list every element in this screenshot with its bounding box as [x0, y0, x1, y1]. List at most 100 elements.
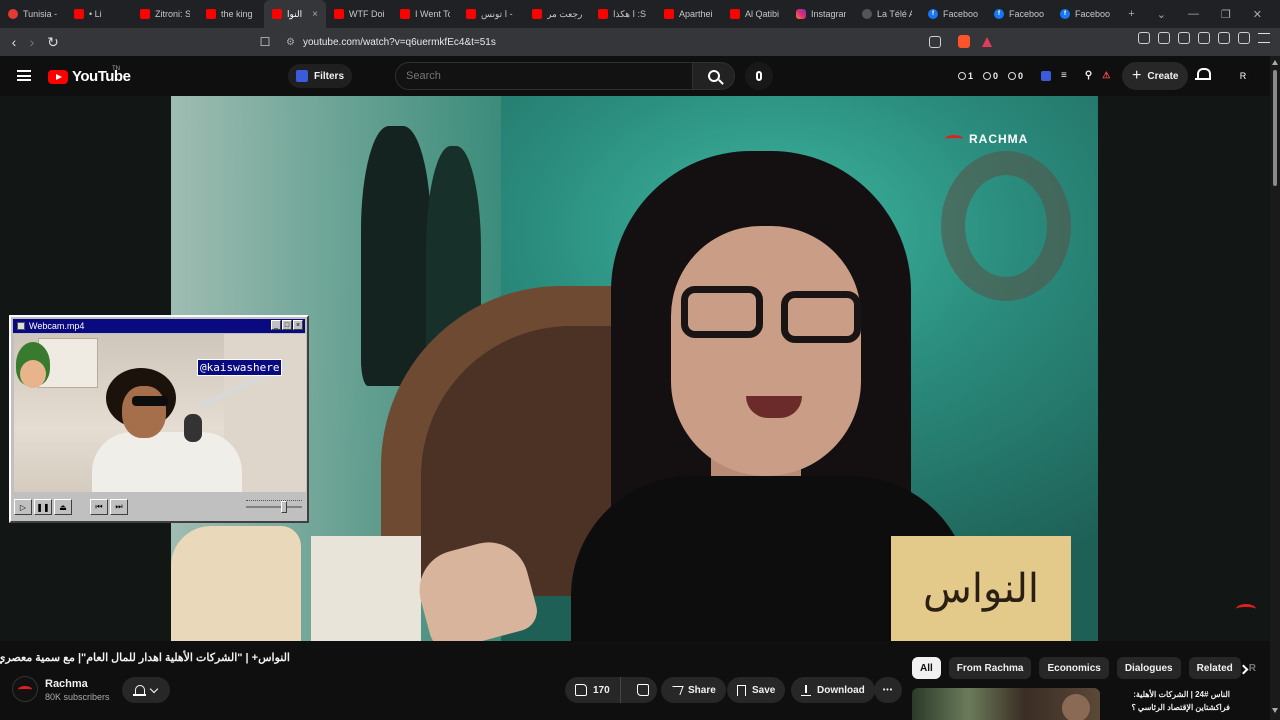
recommendation-thumbnail[interactable] [912, 688, 1100, 720]
notifications-bell-icon[interactable] [1195, 68, 1211, 82]
download-label: Download [817, 684, 865, 696]
tab-search-icon[interactable]: ⌄ [1157, 8, 1166, 21]
browser-tab[interactable]: • Li [66, 0, 132, 28]
next-icon[interactable]: ⏭ [110, 499, 128, 515]
counter-eye[interactable]: 0 [983, 71, 998, 81]
webcam-window[interactable]: Webcam.mp4 _ □ × @kaiswashere ▷ ❚❚ ⏏ ⏮ ⏭ [9, 315, 309, 523]
extension-puzzle-icon[interactable] [1138, 32, 1150, 44]
volume-slider-thumb[interactable] [281, 501, 287, 513]
counter-clock[interactable]: 1 [958, 71, 973, 81]
bookmark-icon[interactable]: ☐ [255, 32, 275, 52]
browser-tab[interactable]: ا تونس - [458, 0, 524, 28]
scroll-down-icon[interactable] [1272, 708, 1278, 713]
browser-tab[interactable]: f Faceboo [1052, 0, 1118, 28]
filter-chip[interactable]: Related [1188, 657, 1241, 679]
rewards-icon[interactable] [982, 37, 992, 47]
download-icon [801, 684, 811, 696]
video-speaker-glasses [781, 291, 861, 343]
tab-title: Zitroni: S [155, 9, 190, 19]
extension-filter-icon[interactable] [1041, 70, 1052, 81]
url-field[interactable]: ⚙ youtube.com/watch?v=q6uermkfEc4&t=51s [280, 31, 1000, 53]
maximize-button[interactable]: ❐ [1221, 8, 1231, 21]
cast-icon[interactable] [929, 36, 941, 48]
download-button[interactable]: Download [791, 677, 875, 703]
video-frame[interactable]: النواس RACHMA [171, 96, 1098, 641]
site-info-icon[interactable]: ⚙ [286, 37, 295, 48]
wallet-icon[interactable] [1198, 32, 1210, 44]
filter-chip[interactable]: All [912, 657, 941, 679]
tab-title: Al Qatibi [745, 9, 780, 19]
bell-off-icon[interactable]: ⚠ [1102, 70, 1110, 81]
forward-icon[interactable]: › [22, 32, 42, 52]
channel-avatar[interactable] [12, 676, 38, 702]
counter-view[interactable]: 0 [1008, 71, 1023, 81]
share-button[interactable]: Share [661, 677, 726, 703]
scrollbar-thumb[interactable] [1273, 70, 1277, 186]
chips-next-button[interactable] [1234, 660, 1252, 678]
filter-chip[interactable]: Dialogues [1116, 657, 1181, 679]
save-label: Save [752, 684, 776, 696]
browser-tab[interactable]: النوا × [264, 0, 326, 28]
brave-shield-icon[interactable] [958, 35, 970, 48]
dislike-button[interactable] [627, 677, 659, 703]
browser-tab[interactable]: ا هكذا :S [590, 0, 656, 28]
leo-ai-icon[interactable] [1218, 32, 1230, 44]
browser-tab[interactable]: WTF Doi [326, 0, 392, 28]
browser-tab[interactable]: La Télé A [854, 0, 920, 28]
hamburger-menu-icon[interactable] [17, 70, 31, 81]
sidebar-icon[interactable] [1178, 32, 1190, 44]
account-avatar[interactable]: R [1234, 67, 1252, 85]
channel-name[interactable]: Rachma [45, 678, 88, 690]
browser-tab[interactable]: Zitroni: S [132, 0, 198, 28]
save-button[interactable]: Save [727, 677, 786, 703]
browser-tab[interactable]: Aparthei [656, 0, 722, 28]
browser-tab[interactable]: the king [198, 0, 264, 28]
close-icon[interactable]: × [293, 320, 303, 330]
browser-tab[interactable]: Tunisia - [0, 0, 66, 28]
search-input[interactable] [395, 62, 693, 90]
tab-close-icon[interactable]: × [312, 9, 318, 20]
filters-button[interactable]: Filters [288, 64, 353, 88]
view-icon [1008, 71, 1017, 80]
previous-icon[interactable]: ⏮ [90, 499, 108, 515]
reload-icon[interactable]: ↻ [43, 32, 63, 52]
browser-tab[interactable]: I Went To [392, 0, 458, 28]
trophy-icon[interactable]: ⚲ [1085, 70, 1092, 81]
minimize-button[interactable]: — [1188, 8, 1199, 20]
more-actions-button[interactable]: ••• [874, 677, 902, 703]
browser-tab[interactable]: Al Qatibi [722, 0, 788, 28]
menu-icon[interactable] [1258, 33, 1270, 43]
vpn-shield-icon[interactable] [1238, 32, 1250, 44]
recommendation-title[interactable]: الناس #24 | الشركات الأهلية: فراكشتاين ا… [1110, 688, 1230, 714]
list-icon[interactable]: ≡ [1061, 70, 1067, 81]
create-button[interactable]: + Create [1122, 62, 1189, 90]
new-tab-button[interactable]: + [1128, 8, 1134, 20]
minimize-icon[interactable]: _ [271, 320, 281, 330]
maximize-icon[interactable]: □ [282, 320, 292, 330]
browser-tab[interactable]: f Faceboo [986, 0, 1052, 28]
subscribed-button[interactable] [122, 677, 170, 703]
webcam-titlebar[interactable]: Webcam.mp4 _ □ × [13, 319, 305, 333]
filter-chip[interactable]: Economics [1039, 657, 1109, 679]
branding-watermark-icon[interactable] [1236, 604, 1256, 614]
browser-tab[interactable]: Instagran [788, 0, 854, 28]
back-icon[interactable]: ‹ [4, 32, 24, 52]
search-button[interactable] [693, 62, 735, 90]
create-label: Create [1147, 70, 1179, 82]
browser-tab[interactable]: رجعت مر [524, 0, 590, 28]
eject-icon[interactable]: ⏏ [54, 499, 72, 515]
like-button[interactable]: 170 [565, 677, 621, 703]
close-window-button[interactable]: ✕ [1253, 8, 1262, 21]
filter-chip[interactable]: From Rachma [948, 657, 1032, 679]
scroll-up-icon[interactable] [1272, 60, 1278, 65]
more-icon: ••• [882, 686, 894, 694]
eye-icon [983, 71, 992, 80]
page-scrollbar[interactable] [1270, 56, 1280, 720]
voice-search-button[interactable] [745, 62, 773, 90]
browser-tab[interactable]: f Faceboo [920, 0, 986, 28]
tab-title: • Li [89, 9, 102, 19]
volume-slider[interactable] [246, 501, 302, 513]
music-icon[interactable] [1158, 32, 1170, 44]
pause-icon[interactable]: ❚❚ [34, 499, 52, 515]
play-icon[interactable]: ▷ [14, 499, 32, 515]
